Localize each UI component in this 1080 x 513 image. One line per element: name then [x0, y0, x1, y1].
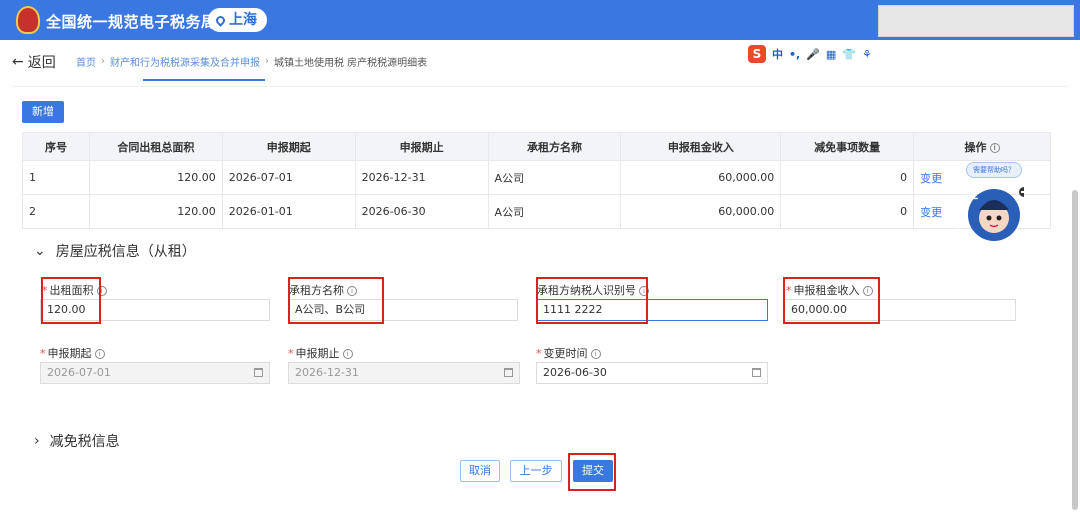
crumb-declaration[interactable]: 财产和行为税税源采集及合并申报 [110, 54, 260, 69]
cell-end: 2026-12-31 [354, 160, 489, 195]
cell-area: 120.00 [88, 160, 223, 195]
crumb-current: 城镇土地使用税 房产税税源明细表 [274, 58, 428, 69]
col-rent-income: 申报租金收入 [620, 132, 782, 161]
highlight-box [288, 277, 384, 324]
ime-toolbox-icon[interactable]: ⚘ [862, 48, 872, 61]
cell-exemptions: 0 [780, 194, 915, 229]
cell-index: 1 [22, 160, 90, 195]
back-button[interactable]: ← 返回 [12, 52, 56, 72]
highlight-box [783, 277, 880, 324]
chevron-right-icon: › [101, 56, 105, 67]
info-icon[interactable]: i [989, 142, 1000, 153]
period-end-input: 2026-12-31 [288, 362, 520, 384]
cancel-button[interactable]: 取消 [460, 460, 500, 482]
ime-skin-icon[interactable]: 👕 [842, 48, 856, 61]
ime-microphone-icon[interactable]: 🎤 [806, 48, 820, 61]
ime-keyboard-icon[interactable]: ▦ [826, 48, 836, 61]
label-period-end: * 申报期止 i [288, 345, 353, 361]
section-tax-relief[interactable]: › 减免税信息 [34, 431, 120, 451]
cell-income: 60,000.00 [620, 194, 782, 229]
chevron-down-icon: ⌄ [34, 243, 46, 259]
table-row[interactable]: 2 120.00 2026-01-01 2026-06-30 A公司 60,00… [22, 194, 1051, 229]
ime-punctuation-icon[interactable]: •, [789, 48, 800, 61]
col-period-end: 申报期止 [354, 132, 489, 161]
main-panel: 新增 序号 合同出租总面积 申报期起 申报期止 承租方名称 申报租金收入 减免事… [12, 86, 1068, 508]
site-title: 全国统一规范电子税务局 [46, 13, 217, 31]
tax-emblem-icon [16, 6, 40, 34]
arrow-left-icon: ← [12, 54, 24, 70]
location-switcher[interactable]: 上海 [208, 8, 267, 32]
top-bar: 全国统一规范电子税务局 上海 [0, 0, 1080, 40]
svg-text:动: 动 [962, 235, 974, 249]
svg-text:纳: 纳 [952, 200, 964, 215]
change-time-value: 2026-06-30 [543, 366, 607, 379]
calendar-icon[interactable] [752, 368, 761, 377]
breadcrumb-bar: ← 返回 首页 › 财产和行为税税源采集及合并申报 › 城镇土地使用税 房产税税源明细… [0, 40, 1080, 82]
section-title: 房屋应税信息（从租） [55, 244, 196, 260]
back-label: 返回 [27, 55, 56, 71]
col-total-area: 合同出租总面积 [88, 132, 223, 161]
cell-lessee: A公司 [487, 194, 622, 229]
cell-end: 2026-06-30 [354, 194, 489, 229]
prev-step-button[interactable]: 上一步 [510, 460, 562, 482]
add-button[interactable]: 新增 [22, 101, 64, 123]
period-start-input: 2026-07-01 [40, 362, 270, 384]
section2-title: 减免税信息 [49, 434, 120, 450]
cell-index: 2 [22, 194, 90, 229]
active-tab-underline [143, 79, 265, 81]
source-table: 序号 合同出租总面积 申报期起 申报期止 承租方名称 申报租金收入 减免事项数量… [22, 132, 1051, 229]
table-row[interactable]: 1 120.00 2026-07-01 2026-12-31 A公司 60,00… [22, 160, 1051, 195]
cell-exemptions: 0 [780, 160, 915, 195]
label-period-start: * 申报期起 i [40, 345, 105, 361]
cell-start: 2026-07-01 [221, 160, 356, 195]
chevron-right-icon: › [265, 56, 269, 67]
crumb-home[interactable]: 首页 [76, 54, 96, 69]
cell-start: 2026-01-01 [221, 194, 356, 229]
change-time-input[interactable]: 2026-06-30 [536, 362, 768, 384]
highlight-box [536, 277, 648, 324]
chevron-right-icon: › [34, 433, 40, 449]
cell-income: 60,000.00 [620, 160, 782, 195]
assistant-mascot-icon[interactable]: 征 纳 互 动 [944, 160, 1024, 250]
ime-chinese-mode[interactable]: 中 [772, 46, 783, 62]
location-pin-icon [214, 13, 227, 27]
col-exemption-count: 减免事项数量 [780, 132, 915, 161]
period-end-value: 2026-12-31 [295, 366, 359, 379]
info-icon[interactable]: i [342, 349, 353, 359]
ime-toolbar[interactable]: S 中 •, 🎤 ▦ 👕 ⚘ [748, 44, 872, 64]
highlight-box [568, 453, 616, 491]
breadcrumb: 首页 › 财产和行为税税源采集及合并申报 › 城镇土地使用税 房产税税源明细表 [76, 54, 427, 69]
svg-text:互: 互 [950, 219, 962, 233]
calendar-icon [254, 368, 263, 377]
svg-text:征: 征 [966, 186, 978, 201]
top-search-box[interactable] [878, 5, 1074, 37]
cell-area: 120.00 [88, 194, 223, 229]
highlight-box [41, 277, 101, 324]
calendar-icon [504, 368, 513, 377]
col-actions: 操作 i [913, 132, 1051, 161]
period-start-value: 2026-07-01 [47, 366, 111, 379]
scrollbar[interactable] [1072, 190, 1078, 510]
table-header: 序号 合同出租总面积 申报期起 申报期止 承租方名称 申报租金收入 减免事项数量… [22, 132, 1051, 161]
col-period-start: 申报期起 [221, 132, 356, 161]
info-icon[interactable]: i [590, 349, 601, 359]
info-icon[interactable]: i [94, 349, 105, 359]
label-change-time: * 变更时间 i [536, 345, 601, 361]
col-lessee: 承租方名称 [487, 132, 622, 161]
col-index: 序号 [22, 132, 90, 161]
location-label: 上海 [229, 12, 257, 28]
sogou-logo-icon: S [748, 45, 766, 63]
cell-lessee: A公司 [487, 160, 622, 195]
section-house-rental[interactable]: ⌄ 房屋应税信息（从租） [34, 241, 196, 261]
col-actions-label: 操作 [964, 140, 987, 154]
